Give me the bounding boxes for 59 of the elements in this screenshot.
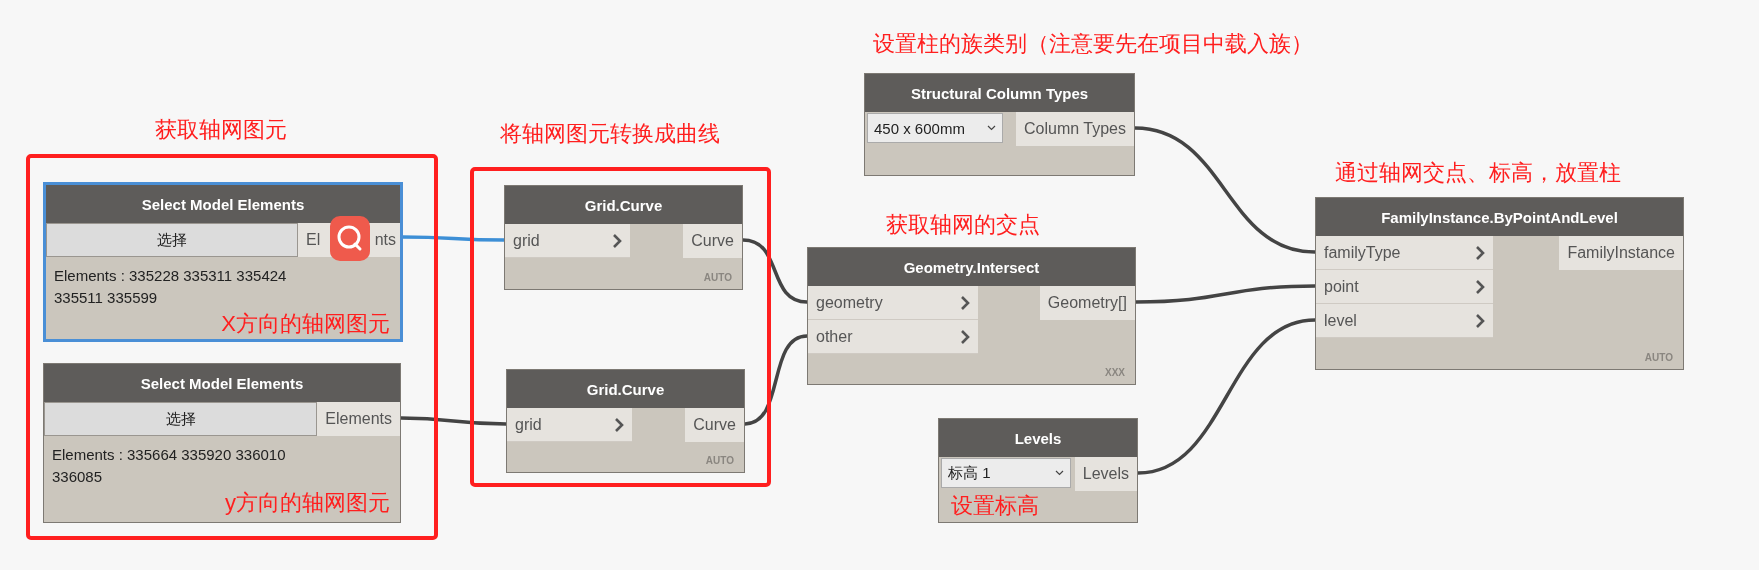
connector-wire [742,238,808,304]
annotation-text: 获取轴网的交点 [886,212,1040,239]
input-port[interactable]: grid [505,224,630,258]
elements-text: Elements : 335664 335920 336010 336085 [52,445,287,487]
output-port[interactable]: Elements [317,402,400,436]
output-port[interactable]: Levels [1074,457,1137,491]
output-port[interactable]: Curve [685,408,744,442]
input-port[interactable]: familyType [1316,236,1493,270]
input-port[interactable]: grid [507,408,632,442]
chevron-icon [1476,245,1485,260]
annotation-text: y方向的轴网图元 [225,488,390,517]
node-card[interactable]: Structural Column Types 450 x 600mm Column Types [864,73,1135,176]
node-card[interactable]: Geometry.Intersect geometry other Geometry[] XXX [807,247,1136,385]
node-card[interactable]: Grid.Curve grid Curve AUTO [506,369,745,473]
output-port[interactable]: Geometry[] [1039,286,1135,320]
chevron-icon [961,295,970,310]
input-port[interactable]: other [808,320,978,354]
node-title: Grid.Curve [507,370,744,408]
node-title: Geometry.Intersect [808,248,1135,286]
type-dropdown[interactable]: 标高 1 [941,458,1071,488]
output-port[interactable]: FamilyInstance [1559,236,1683,270]
lacing-label: AUTO [703,272,732,283]
select-button[interactable]: 选择 [44,402,318,436]
chevron-icon [961,329,970,344]
lacing-label: XXX [1105,367,1125,378]
output-port[interactable]: Column Types [1016,112,1134,146]
node-title: Select Model Elements [46,185,400,223]
node-title: FamilyInstance.ByPointAndLevel [1316,198,1683,236]
annotation-text: 通过轴网交点、标高，放置柱 [1335,160,1621,187]
type-dropdown[interactable]: 450 x 600mm [867,113,1003,143]
elements-text: Elements : 335228 335311 335424 335511 335599 [54,266,288,308]
lacing-label: AUTO [1644,352,1673,363]
node-card[interactable]: Select Model Elements 选择 Elements Elements : 335664 335920 336010 336085 y方向的轴网图元 [43,363,401,523]
node-card[interactable]: Levels 标高 1 Levels 设置标高 [938,418,1138,523]
chevron-icon [1476,313,1485,328]
search-tooltip[interactable] [330,216,370,261]
node-title: Structural Column Types [865,74,1134,112]
group-title: 获取轴网图元 [155,117,287,144]
annotation-text: X方向的轴网图元 [221,309,390,338]
input-port[interactable]: point [1316,270,1493,304]
node-card[interactable]: FamilyInstance.ByPointAndLevel familyType point level FamilyInstance AUTO [1315,197,1684,370]
chevron-icon [615,417,624,432]
caret-icon [987,125,996,131]
node-card[interactable]: Grid.Curve grid Curve AUTO [504,185,743,290]
annotation-text: 设置柱的族类别（注意要先在项目中载入族） [873,31,1313,58]
caret-icon [1055,470,1064,476]
lacing-label: AUTO [705,455,734,466]
input-port[interactable]: geometry [808,286,978,320]
node-title: Select Model Elements [44,364,400,402]
chevron-icon [1476,279,1485,294]
node-title: Grid.Curve [505,186,742,224]
chevron-icon [613,233,622,248]
annotation-text: 设置标高 [951,492,1039,520]
select-button[interactable]: 选择 [46,223,298,257]
group-title: 将轴网图元转换成曲线 [500,121,720,148]
node-title: Levels [939,419,1137,457]
input-port[interactable]: level [1316,304,1493,338]
output-port[interactable]: Curve [683,224,742,258]
node-card[interactable]: Select Model Elements 选择 El nts Elements : 335228 335311 335424 335511 335599 X方向的轴网图元 [43,182,403,342]
